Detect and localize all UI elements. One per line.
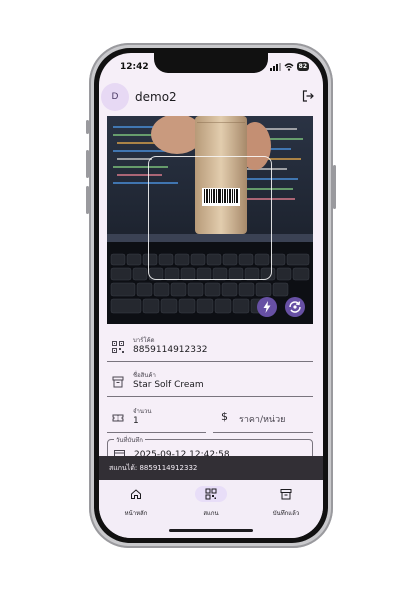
ticket-icon xyxy=(112,414,124,422)
nav-label-saved: บันทึกแล้ว xyxy=(272,510,300,517)
signal-icon xyxy=(269,62,281,71)
flash-button[interactable] xyxy=(257,297,277,317)
quantity-value: 1 xyxy=(133,416,139,426)
scan-frame xyxy=(148,156,272,280)
status-bar: 12:42 82 xyxy=(99,53,323,77)
product-name-value: Star Solf Cream xyxy=(133,380,204,390)
quantity-label: จำนวน xyxy=(133,408,152,415)
quantity-field[interactable]: จำนวน 1 xyxy=(107,401,206,433)
price-placeholder: ราคา/หน่วย xyxy=(239,415,286,425)
status-time: 12:42 xyxy=(120,62,149,72)
battery-icon: 82 xyxy=(296,62,309,71)
home-icon xyxy=(131,489,141,499)
barcode-label: บาร์โค้ด xyxy=(133,337,155,344)
flip-camera-icon xyxy=(289,301,301,313)
nav-item-scan[interactable]: สแกน xyxy=(174,486,248,520)
qr-scan-icon xyxy=(205,488,217,500)
snackbar-text: สแกนได้: 8859114912332 xyxy=(109,464,198,472)
barcode-field[interactable]: บาร์โค้ด 8859114912332 xyxy=(107,330,313,362)
wifi-icon xyxy=(284,62,294,71)
username: demo2 xyxy=(135,90,177,104)
nav-item-saved[interactable]: บันทึกแล้ว xyxy=(249,486,323,520)
product-name-label: ชื่อสินค้า xyxy=(133,372,156,379)
status-icons: 82 xyxy=(269,62,309,71)
switch-camera-button[interactable] xyxy=(285,297,305,317)
nav-label-scan: สแกน xyxy=(203,510,219,517)
barcode-value: 8859114912332 xyxy=(133,345,208,355)
logout-icon[interactable] xyxy=(301,89,315,103)
nav-item-home[interactable]: หน้าหลัก xyxy=(99,486,173,520)
expiry-label: วันที่บันทึก xyxy=(114,435,145,445)
app-screen: 12:42 82 D demo2 บาร์โค้ด 8859114912332 … xyxy=(99,53,323,538)
avatar[interactable]: D xyxy=(101,83,129,111)
product-name-field[interactable]: ชื่อสินค้า Star Solf Cream xyxy=(107,365,313,397)
app-header: D demo2 xyxy=(99,81,323,115)
dollar-icon: $ xyxy=(221,410,228,423)
inventory-icon xyxy=(112,376,124,388)
phone-power-button xyxy=(333,165,336,209)
archive-icon xyxy=(280,489,292,500)
price-field[interactable]: $ ราคา/หน่วย xyxy=(213,401,313,433)
camera-preview[interactable] xyxy=(107,116,313,324)
nav-label-home: หน้าหลัก xyxy=(124,510,148,517)
home-indicator xyxy=(169,529,253,532)
flash-icon xyxy=(263,301,271,313)
qr-code-icon xyxy=(112,341,124,353)
snackbar: สแกนได้: 8859114912332 xyxy=(99,456,323,480)
